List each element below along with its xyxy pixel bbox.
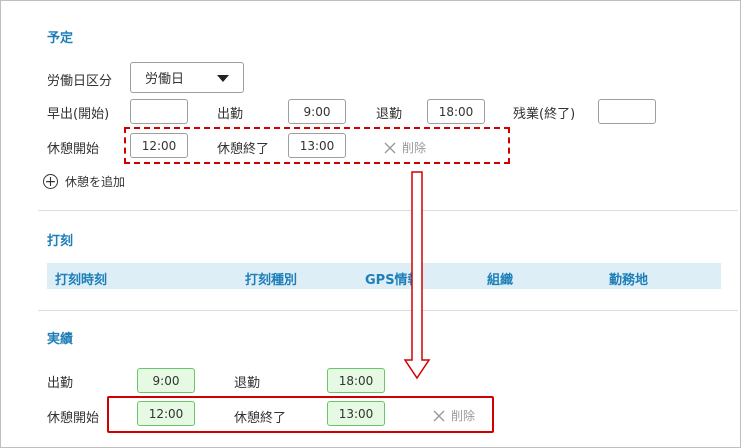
early-start-label: 早出(開始)	[47, 107, 110, 122]
overtime-end-input[interactable]	[598, 99, 656, 124]
clock-out-label: 退勤	[376, 107, 403, 122]
chevron-down-icon	[217, 75, 229, 82]
workday-type-select[interactable]: 労働日	[130, 62, 244, 93]
plus-circle-icon: +	[43, 173, 58, 190]
column-header-stamp-type: 打刻種別	[245, 273, 298, 288]
actual-clock-in-value: 9:00	[137, 368, 195, 393]
clock-in-label: 出勤	[217, 107, 244, 122]
workday-type-value: 労働日	[145, 72, 185, 87]
annotation-arrow-icon	[403, 171, 431, 380]
early-start-input[interactable]	[130, 99, 188, 124]
column-header-stamp-time: 打刻時刻	[55, 273, 108, 288]
schedule-break-highlight	[124, 127, 510, 164]
add-break-button[interactable]: + 休憩を追加	[43, 173, 125, 190]
actual-clock-out-value: 18:00	[327, 368, 385, 393]
break-start-label: 休憩開始	[47, 142, 100, 157]
section-divider	[38, 210, 738, 211]
overtime-end-label: 残業(終了)	[513, 107, 576, 122]
actual-break-highlight	[107, 396, 494, 433]
stamping-section-title: 打刻	[47, 234, 74, 249]
actual-section-title: 実績	[47, 332, 74, 347]
actual-clock-in-label: 出勤	[47, 376, 74, 391]
column-header-workplace: 勤務地	[609, 273, 649, 288]
section-divider	[38, 310, 738, 311]
clock-in-input[interactable]: 9:00	[288, 99, 346, 124]
actual-clock-out-label: 退勤	[234, 376, 261, 391]
column-header-organization: 組織	[487, 273, 514, 288]
schedule-section-title: 予定	[47, 31, 74, 46]
actual-break-start-label: 休憩開始	[47, 411, 100, 426]
workday-type-label: 労働日区分	[47, 74, 113, 89]
add-break-label: 休憩を追加	[65, 175, 126, 189]
clock-out-input[interactable]: 18:00	[427, 99, 485, 124]
